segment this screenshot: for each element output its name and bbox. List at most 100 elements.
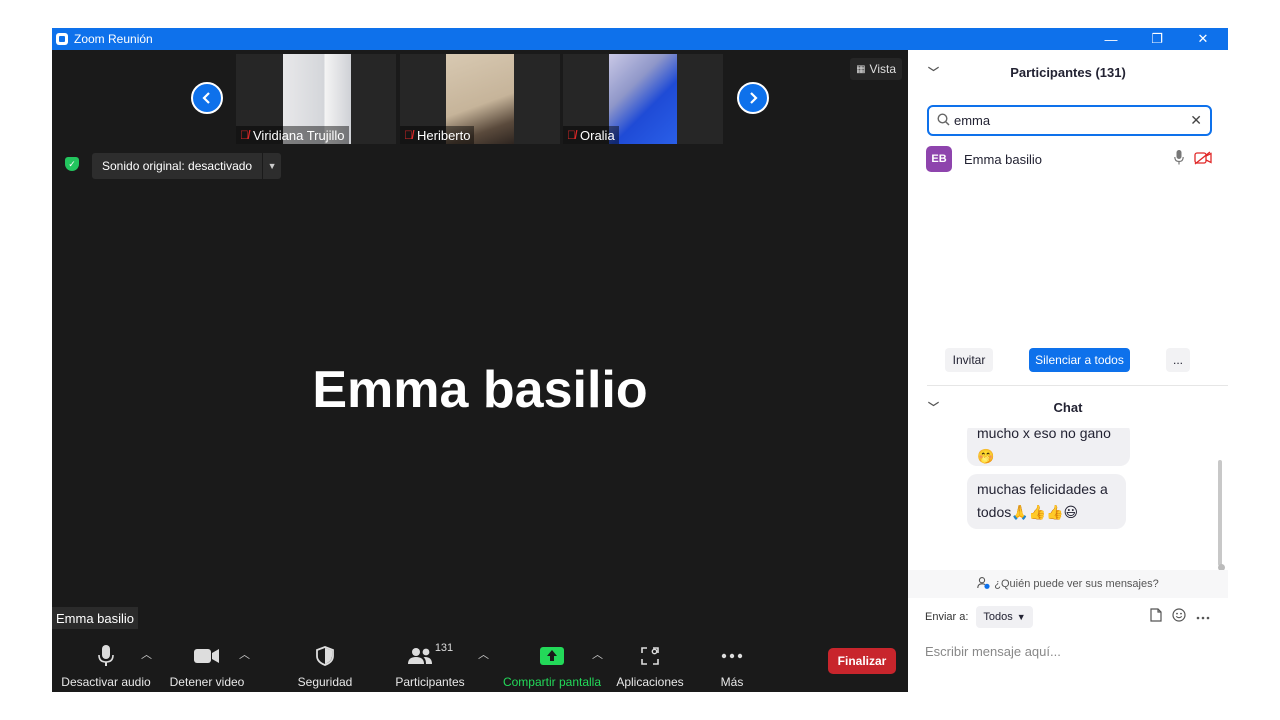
shield-icon (316, 642, 334, 670)
view-label: Vista (869, 62, 896, 76)
invite-button[interactable]: Invitar (945, 348, 993, 372)
minimize-button[interactable]: — (1088, 28, 1134, 50)
participants-count: 131 (434, 642, 454, 654)
participant-name: Heriberto (417, 127, 471, 143)
who-can-see-link[interactable]: ¿Quién puede ver sus mensajes? (908, 570, 1228, 598)
participants-title: Participantes (131) (1010, 64, 1126, 80)
restore-button[interactable]: ❐ (1134, 28, 1180, 50)
thumb-label: 🎙̸ Oralia (563, 126, 619, 144)
send-to-value: Todos (983, 611, 1013, 623)
window-title: Zoom Reunión (74, 32, 153, 46)
who-can-see-label: ¿Quién puede ver sus mensajes? (994, 578, 1159, 590)
title-bar: Zoom Reunión — ❐ ✕ (52, 28, 1228, 50)
zoom-app-icon (56, 33, 68, 45)
video-feed (609, 54, 677, 144)
video-stage: 🎙̸ Viridiana Trujillo 🎙̸ Heriberto 🎙̸ Orali… (52, 50, 908, 692)
apps-button[interactable]: Aplicaciones (612, 634, 688, 692)
thumb-label: 🎙̸ Heriberto (400, 126, 475, 144)
file-icon[interactable] (1150, 608, 1162, 625)
prev-page-button[interactable] (191, 82, 223, 114)
collapse-chevron-icon[interactable]: ﹀ (928, 64, 939, 80)
send-to-label: Enviar a: (925, 611, 969, 623)
chat-message-input[interactable] (925, 640, 1215, 662)
search-icon (937, 112, 950, 129)
chat-message-emoji: 🤭 (977, 448, 995, 464)
participants-button[interactable]: 131 Participantes (390, 634, 470, 692)
chevron-right-icon (750, 92, 758, 104)
meeting-toolbar: Desactivar audio ︿ Detener video ︿ Segur… (52, 634, 908, 692)
grid-icon: ▦ (856, 63, 866, 75)
original-sound-dropdown[interactable]: Sonido original: desactivado ▼ (92, 153, 282, 179)
more-dots-icon (721, 642, 743, 670)
participant-search-field[interactable]: emma ✕ (927, 105, 1212, 136)
video-camera-icon (194, 642, 220, 670)
stop-video-button[interactable]: Detener video (164, 634, 250, 692)
participants-icon: 131 (407, 642, 453, 670)
avatar: EB (926, 146, 952, 172)
chat-message: muchas felicidades a todos🙏👍👍😃 (967, 474, 1126, 529)
chat-messages: mucho x eso no gano 🤭 muchas felicidades… (908, 428, 1228, 570)
chevron-down-icon: ▼ (1016, 612, 1026, 622)
close-window-button[interactable]: ✕ (1180, 28, 1226, 50)
original-sound-label: Sonido original: desactivado (92, 153, 264, 179)
view-button[interactable]: ▦ Vista (850, 58, 902, 80)
chat-message-text: mucho x eso no gano (977, 428, 1111, 441)
active-speaker-name: Emma basilio (312, 361, 648, 419)
participants-options-caret[interactable]: ︿ (478, 646, 489, 662)
video-thumb-viridiana[interactable]: 🎙̸ Viridiana Trujillo (236, 54, 396, 144)
share-options-caret[interactable]: ︿ (592, 646, 603, 662)
chat-scrollbar[interactable] (1218, 460, 1222, 566)
share-screen-icon (540, 642, 564, 670)
chevron-left-icon (202, 92, 210, 104)
clear-search-icon[interactable]: ✕ (1190, 112, 1202, 129)
side-panel: ﹀ Participantes (131) emma ✕ EB Emma bas… (908, 50, 1228, 692)
participant-name: Emma basilio (964, 151, 1043, 167)
participant-name: Viridiana Trujillo (253, 127, 345, 143)
chat-message: mucho x eso no gano 🤭 (967, 428, 1130, 466)
mic-muted-icon: 🎙̸ (404, 128, 413, 142)
audio-options-caret[interactable]: ︿ (141, 646, 152, 662)
more-button[interactable]: Más (708, 634, 756, 692)
search-value[interactable]: emma (954, 113, 990, 128)
mic-muted-icon: 🎙̸ (567, 128, 576, 142)
participants-label: Participantes (395, 675, 465, 689)
share-screen-button[interactable]: Compartir pantalla (500, 634, 604, 692)
thumb-label: 🎙̸ Viridiana Trujillo (236, 126, 349, 144)
send-to-row: Enviar a: Todos ▼ (925, 605, 1033, 629)
send-to-dropdown[interactable]: Todos ▼ (976, 606, 1033, 628)
stop-video-label: Detener video (169, 675, 245, 689)
self-name-badge: Emma basilio (52, 607, 139, 629)
participants-header: ﹀ Participantes (131) (908, 50, 1228, 94)
microphone-icon[interactable] (1174, 150, 1184, 168)
collapse-chevron-icon[interactable]: ﹀ (928, 399, 939, 415)
participant-row[interactable]: EB Emma basilio (926, 144, 1216, 174)
mute-audio-button[interactable]: Desactivar audio (60, 634, 152, 692)
person-lock-icon (977, 576, 990, 592)
video-thumb-oralia[interactable]: 🎙̸ Oralia (563, 54, 723, 144)
mic-muted-icon: 🎙̸ (240, 128, 249, 142)
apps-icon (640, 642, 660, 670)
emoji-icon[interactable] (1172, 608, 1186, 625)
apps-label: Aplicaciones (616, 675, 684, 689)
more-dots-icon[interactable] (1196, 608, 1210, 623)
dropdown-caret-icon[interactable]: ▼ (263, 153, 281, 179)
encryption-shield-icon[interactable]: ✓ (65, 157, 79, 171)
video-off-icon[interactable] (1194, 150, 1212, 168)
chat-message-text: todos🙏👍👍😃 (977, 504, 1079, 520)
video-thumb-heriberto[interactable]: 🎙̸ Heriberto (400, 54, 560, 144)
participant-name: Oralia (580, 127, 615, 143)
microphone-icon (98, 642, 114, 670)
mute-all-button[interactable]: Silenciar a todos (1029, 348, 1130, 372)
end-meeting-button[interactable]: Finalizar (828, 648, 896, 674)
chat-title: Chat (1053, 399, 1083, 415)
security-button[interactable]: Seguridad (288, 634, 362, 692)
chat-header: ﹀ Chat (908, 385, 1228, 429)
mute-audio-label: Desactivar audio (61, 675, 151, 689)
video-options-caret[interactable]: ︿ (239, 646, 250, 662)
zoom-window: Zoom Reunión — ❐ ✕ 🎙̸ Viridiana Trujillo … (52, 28, 1228, 692)
next-page-button[interactable] (737, 82, 769, 114)
more-label: Más (720, 675, 744, 689)
security-label: Seguridad (297, 675, 353, 689)
participants-more-button[interactable]: ... (1166, 348, 1190, 372)
chat-message-text: muchas felicidades a (977, 481, 1108, 497)
